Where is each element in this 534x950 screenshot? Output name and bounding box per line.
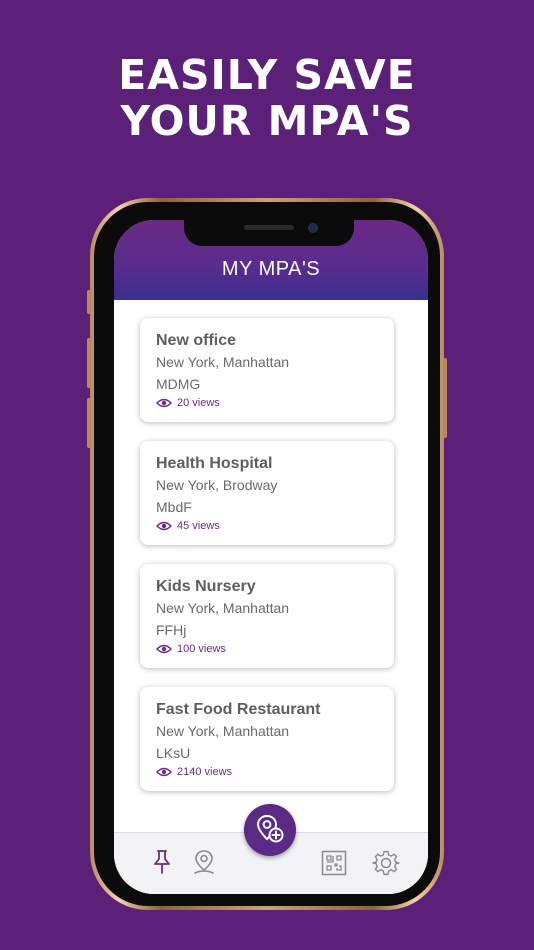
mpa-card[interactable]: Health Hospital New York, Brodway MbdF 4… [140, 441, 394, 545]
mpa-card[interactable]: New office New York, Manhattan MDMG 20 v… [140, 318, 394, 422]
settings-icon[interactable] [372, 849, 400, 877]
card-title: Fast Food Restaurant [156, 701, 321, 718]
front-camera [309, 224, 317, 232]
card-views: 100 views [156, 642, 226, 656]
card-views: 20 views [156, 396, 220, 410]
card-title: New office [156, 332, 237, 349]
app-screen: MY MPA'S New office New York, Manhattan … [114, 220, 428, 894]
views-count: 2140 views [177, 766, 233, 778]
add-location-icon [256, 814, 284, 843]
headline-line-1: EASILY SAVE [118, 51, 416, 99]
card-code: MbdF [156, 499, 192, 515]
card-title: Kids Nursery [156, 578, 256, 595]
eye-icon [156, 644, 172, 654]
location-icon[interactable] [192, 848, 216, 876]
card-views: 45 views [156, 519, 220, 533]
notch [184, 220, 354, 246]
card-location: New York, Manhattan [156, 723, 290, 739]
card-location: New York, Brodway [156, 477, 278, 493]
views-count: 100 views [177, 643, 226, 655]
card-code: FFHj [156, 622, 187, 638]
speaker [244, 225, 294, 230]
phone-volume-up [87, 338, 91, 388]
card-title: Health Hospital [156, 455, 273, 472]
views-count: 20 views [177, 397, 220, 409]
pin-icon[interactable] [152, 849, 172, 875]
phone-frame: MY MPA'S New office New York, Manhattan … [87, 198, 447, 910]
headline: EASILY SAVE YOUR MPA'S [0, 52, 534, 144]
card-code: MDMG [156, 376, 201, 392]
phone-bezel: MY MPA'S New office New York, Manhattan … [94, 202, 440, 906]
card-location: New York, Manhattan [156, 600, 290, 616]
eye-icon [156, 521, 172, 531]
mpa-card[interactable]: Kids Nursery New York, Manhattan FFHj 10… [140, 564, 394, 668]
card-views: 2140 views [156, 765, 232, 779]
views-count: 45 views [177, 520, 220, 532]
qr-scan-icon[interactable] [321, 850, 347, 876]
card-code: LKsU [156, 745, 191, 761]
mpa-card[interactable]: Fast Food Restaurant New York, Manhattan… [140, 687, 394, 791]
eye-icon [156, 767, 172, 777]
phone-volume-down [87, 398, 91, 448]
eye-icon [156, 398, 172, 408]
headline-line-2: YOUR MPA'S [120, 97, 414, 145]
mpa-list: New office New York, Manhattan MDMG 20 v… [114, 300, 428, 832]
add-location-button[interactable] [244, 804, 296, 856]
phone-power-button [443, 358, 447, 438]
app-title: MY MPA'S [221, 258, 321, 280]
card-location: New York, Manhattan [156, 354, 290, 370]
phone-mute-switch [87, 290, 91, 314]
